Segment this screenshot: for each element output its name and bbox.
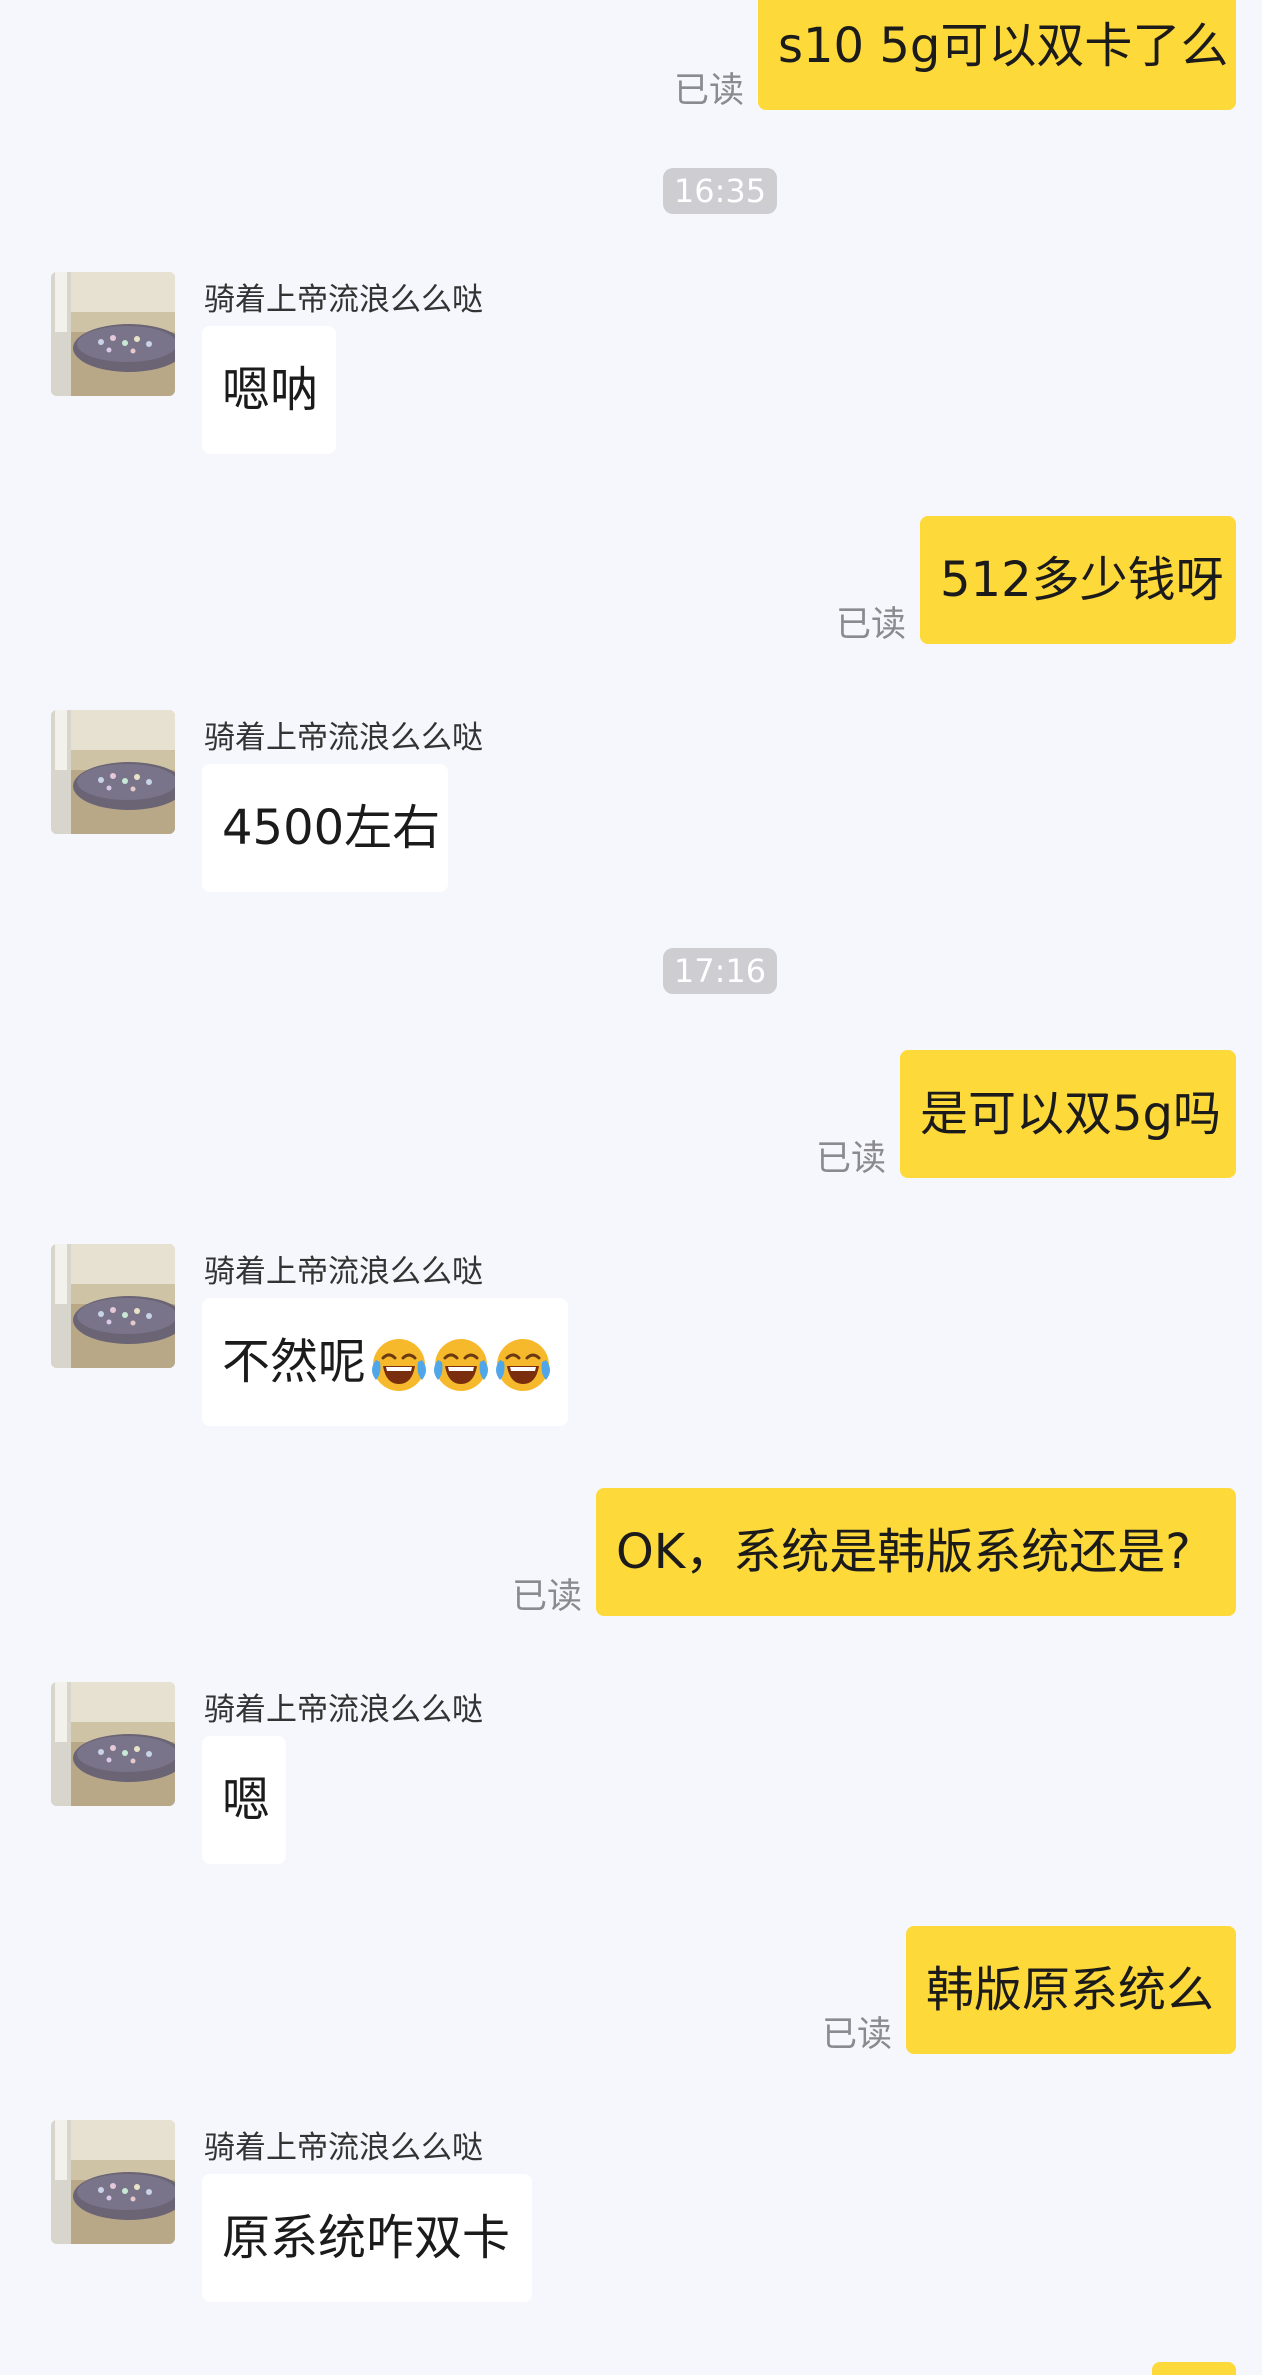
message-bubble-incoming[interactable]: 原系统咋双卡 [202,2174,532,2302]
laughing-crying-emoji-icon [370,1336,428,1394]
avatar[interactable] [51,1682,175,1806]
read-status: 已读 [822,2015,893,2055]
read-status: 已读 [836,605,907,645]
avatar[interactable] [51,1244,175,1368]
avatar[interactable] [51,710,175,834]
message-bubble-incoming[interactable]: 嗯 [202,1736,286,1864]
read-status: 已读 [512,1577,583,1617]
sender-name: 骑着上帝流浪么么哒 [204,2130,483,2166]
message-bubble-outgoing[interactable]: 是可以双5g吗 [900,1050,1236,1178]
sender-name: 骑着上帝流浪么么哒 [204,720,483,756]
message-bubble-outgoing[interactable]: 512多少钱呀 [920,516,1236,644]
read-status: 已读 [674,71,745,111]
laughing-crying-emoji-icon [432,1336,490,1394]
sender-name: 骑着上帝流浪么么哒 [204,1692,483,1728]
avatar[interactable] [51,2120,175,2244]
message-bubble-outgoing[interactable]: s10 5g可以双卡了么 [758,0,1236,110]
message-bubble-outgoing[interactable]: 韩版原系统么 [906,1926,1236,2054]
read-status: 已读 [816,1139,887,1179]
message-bubble-incoming[interactable]: 4500左右 [202,764,448,892]
message-bubble-incoming[interactable]: 不然呢 [202,1298,568,1426]
message-bubble-incoming[interactable]: 嗯呐 [202,326,336,454]
timestamp-divider: 17:16 [663,948,777,994]
sender-name: 骑着上帝流浪么么哒 [204,282,483,318]
sender-name: 骑着上帝流浪么么哒 [204,1254,483,1290]
message-text: 不然呢 [222,1334,367,1390]
message-bubble-outgoing[interactable]: OK，系统是韩版系统还是? [596,1488,1236,1616]
avatar[interactable] [51,272,175,396]
timestamp-divider: 16:35 [663,168,777,214]
laughing-crying-emoji-icon [494,1336,552,1394]
chat-message-list[interactable]: 已读 s10 5g可以双卡了么 16:35 骑着上帝流浪么么哒 嗯呐 已读 51… [0,0,1262,2375]
message-bubble-outgoing-partial[interactable] [1152,2362,1236,2375]
